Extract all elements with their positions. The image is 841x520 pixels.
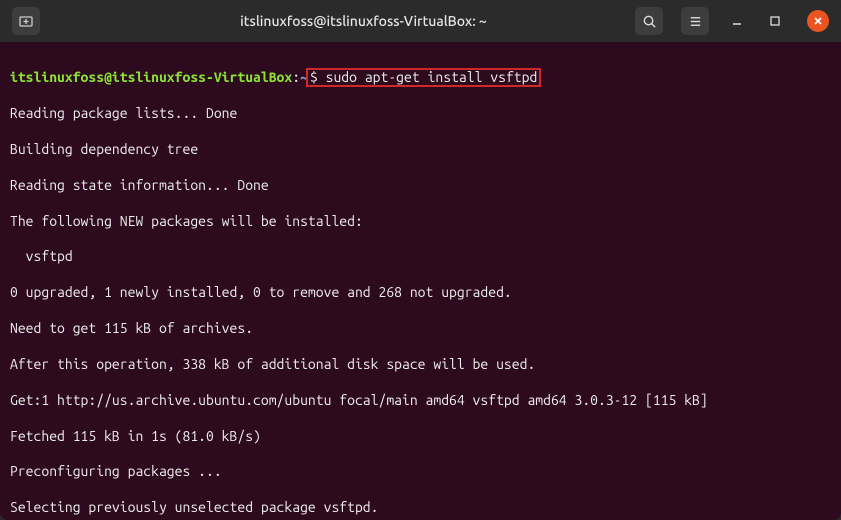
output-line: Preconfiguring packages ... xyxy=(10,463,831,481)
prompt-line-1: itslinuxfoss@itslinuxfoss-VirtualBox:~$ … xyxy=(10,68,831,87)
output-line: Reading state information... Done xyxy=(10,177,831,195)
terminal-window: itslinuxfoss@itslinuxfoss-VirtualBox: ~ … xyxy=(0,0,841,520)
new-tab-button[interactable] xyxy=(12,7,40,35)
prompt-colon: : xyxy=(292,69,300,85)
output-line: Get:1 http://us.archive.ubuntu.com/ubunt… xyxy=(10,392,831,410)
output-line: Need to get 115 kB of archives. xyxy=(10,320,831,338)
output-line: Selecting previously unselected package … xyxy=(10,499,831,517)
titlebar-right xyxy=(635,7,829,35)
prompt-dollar: $ xyxy=(310,69,326,85)
output-line: 0 upgraded, 1 newly installed, 0 to remo… xyxy=(10,284,831,302)
terminal-body[interactable]: itslinuxfoss@itslinuxfoss-VirtualBox:~$ … xyxy=(0,42,841,520)
prompt-user-host: itslinuxfoss@itslinuxfoss-VirtualBox xyxy=(10,69,292,85)
window-title: itslinuxfoss@itslinuxfoss-VirtualBox: ~ xyxy=(92,13,635,29)
command-text: sudo apt-get install vsftpd xyxy=(326,69,538,85)
titlebar-left xyxy=(12,7,92,35)
maximize-button[interactable] xyxy=(765,11,785,31)
close-button[interactable] xyxy=(807,10,829,32)
minimize-button[interactable] xyxy=(727,11,747,31)
output-line: vsftpd xyxy=(10,248,831,266)
output-line: The following NEW packages will be insta… xyxy=(10,213,831,231)
output-line: Reading package lists... Done xyxy=(10,105,831,123)
output-line: Fetched 115 kB in 1s (81.0 kB/s) xyxy=(10,428,831,446)
titlebar: itslinuxfoss@itslinuxfoss-VirtualBox: ~ xyxy=(0,0,841,42)
search-button[interactable] xyxy=(635,7,663,35)
menu-button[interactable] xyxy=(681,7,709,35)
output-line: After this operation, 338 kB of addition… xyxy=(10,356,831,374)
output-line: Building dependency tree xyxy=(10,141,831,159)
command-highlight: $ sudo apt-get install vsftpd xyxy=(306,68,541,87)
